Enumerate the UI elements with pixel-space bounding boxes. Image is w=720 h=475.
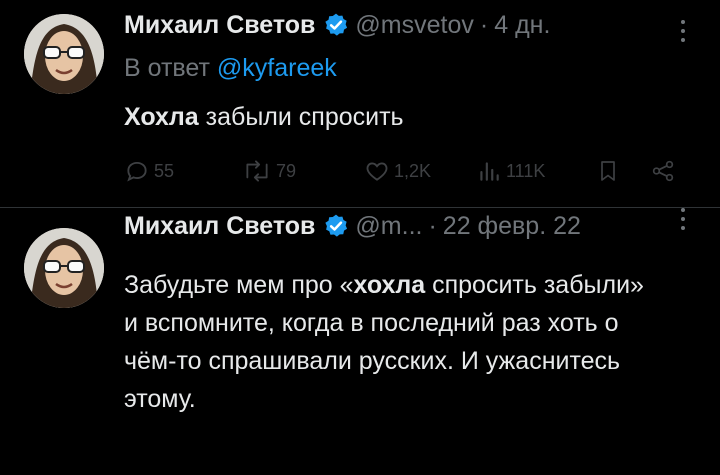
share-icon: [652, 160, 674, 182]
bookmark-icon: [601, 161, 615, 181]
reply-icon: [127, 161, 147, 182]
views-button[interactable]: 111K: [476, 156, 545, 186]
author-name[interactable]: Михаил Светов: [124, 11, 315, 40]
tweet-text-bold: хохла: [353, 271, 426, 299]
timestamp[interactable]: 22 февр. 22: [443, 212, 581, 241]
retweet-count: 79: [276, 160, 297, 181]
separator-dot: ·: [479, 10, 489, 39]
author-name[interactable]: Михаил Светов: [124, 212, 315, 241]
author-handle[interactable]: @msvetov: [355, 11, 473, 40]
bookmark-button[interactable]: [596, 156, 624, 186]
share-button[interactable]: [650, 156, 680, 186]
like-count: 1,2K: [394, 160, 432, 181]
tweet-text-rest: забыли спросить: [198, 103, 404, 131]
reply-mention-link[interactable]: @kyfareek: [217, 54, 337, 82]
reply-button[interactable]: 55: [124, 156, 174, 186]
more-icon[interactable]: [678, 208, 688, 475]
reply-prefix: В ответ: [124, 54, 210, 82]
tweet-header: Михаил Светов @msvetov · 4 дн.: [124, 7, 550, 43]
avatar[interactable]: [24, 14, 104, 94]
author-handle[interactable]: @m...: [355, 212, 422, 241]
reply-context: В ответ @kyfareek: [124, 54, 337, 83]
tweet-text: Хохла забыли спросить: [124, 103, 404, 132]
reply-count: 55: [154, 160, 175, 181]
views-count: 111K: [506, 160, 546, 181]
tweet-text-bold: Хохла: [124, 103, 199, 131]
more-icon[interactable]: [678, 20, 688, 42]
separator-dot: ·: [428, 211, 437, 240]
retweet-button[interactable]: 79: [242, 156, 296, 186]
verified-badge-icon: [325, 214, 348, 237]
tweet-text-part1: Забудьте мем про «: [124, 271, 354, 299]
like-button[interactable]: 1,2K: [364, 156, 431, 186]
tweet-actions: 55 79 1,2K 111K: [124, 156, 684, 186]
views-icon: [480, 162, 499, 181]
tweet-header: Михаил Светов @m... · 22 февр. 22: [124, 208, 581, 244]
tweet-1[interactable]: Михаил Светов @msvetov · 4 дн. В ответ @…: [0, 0, 720, 208]
verified-badge-icon: [325, 13, 348, 36]
retweet-icon: [246, 160, 268, 182]
tweet-text: Забудьте мем про «хохла спросить забыли»…: [124, 266, 664, 418]
avatar[interactable]: [24, 228, 104, 308]
timestamp[interactable]: 4 дн.: [494, 11, 550, 40]
like-icon: [366, 162, 388, 181]
